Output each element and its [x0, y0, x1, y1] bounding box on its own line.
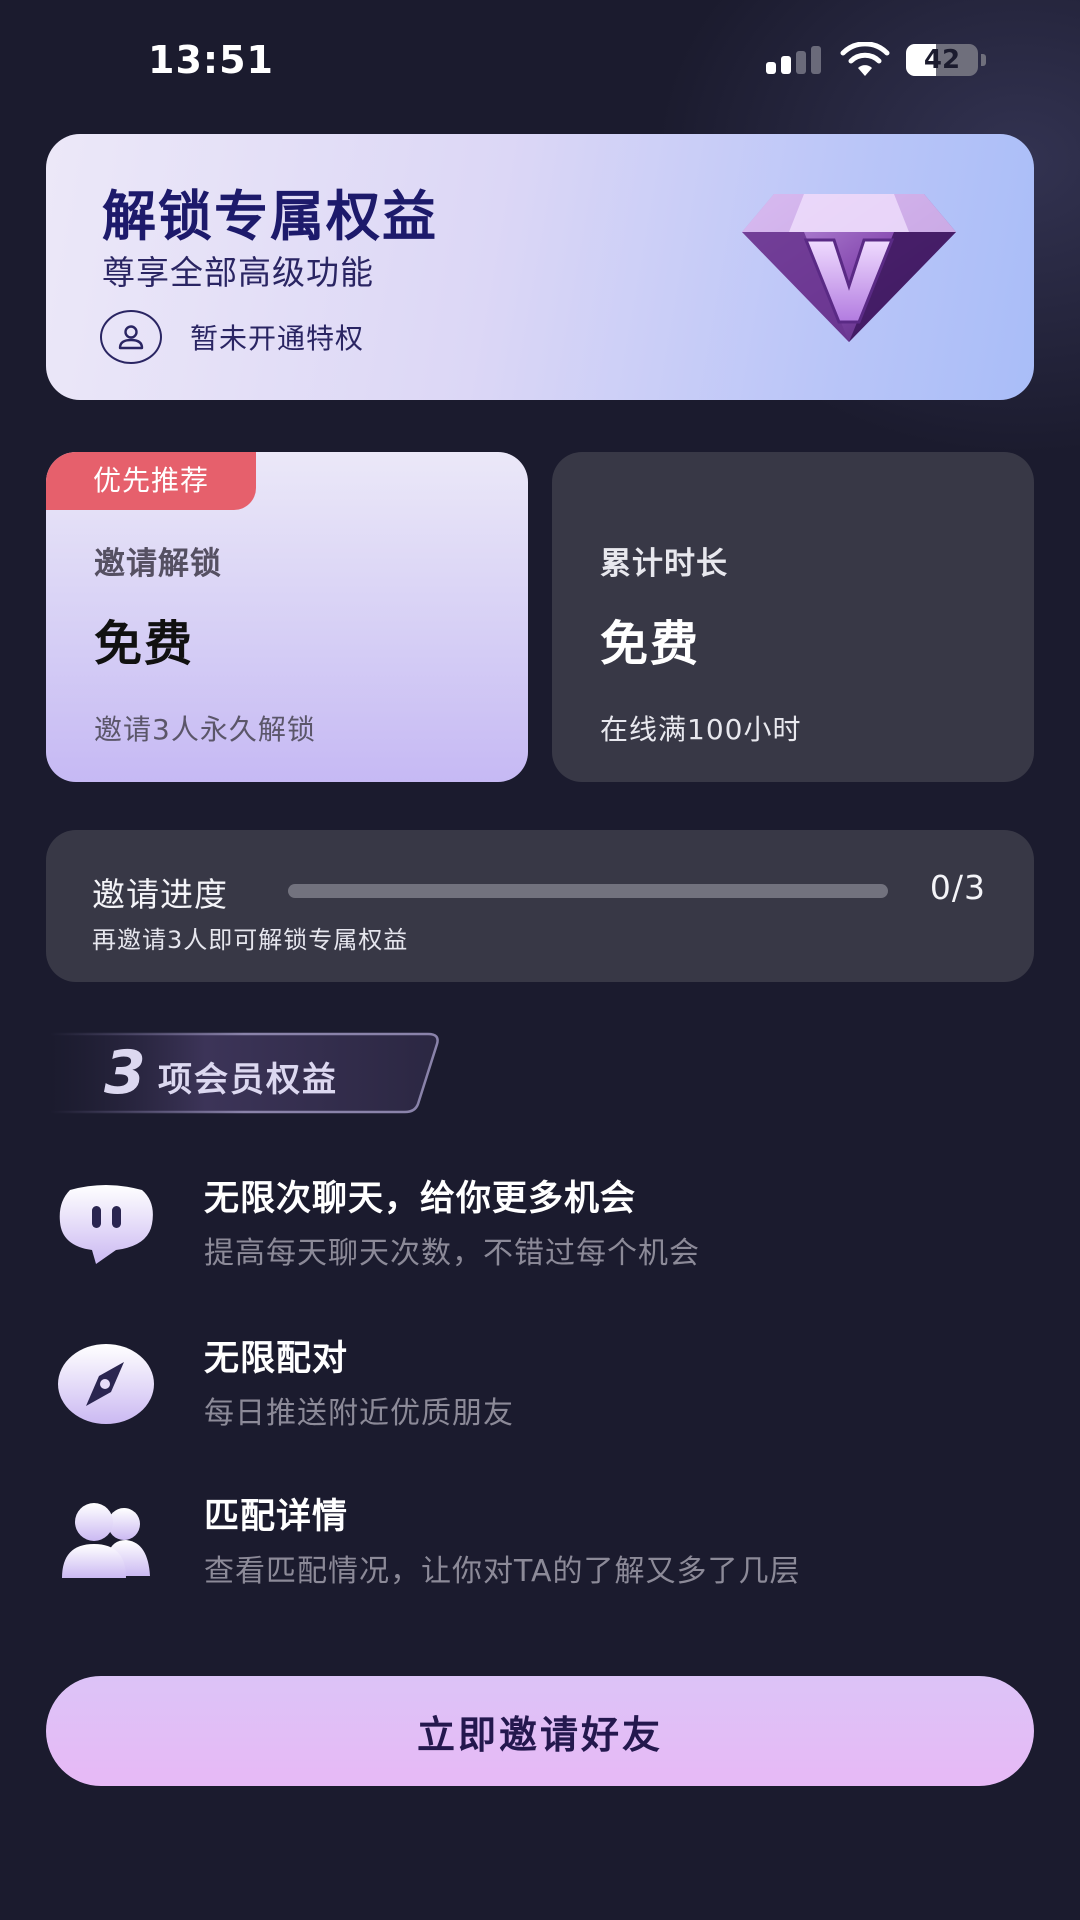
invite-unlock-option-card[interactable]: 优先推荐 邀请解锁 免费 邀请3人永久解锁 [46, 452, 528, 782]
cellular-signal-icon [766, 46, 822, 74]
invite-option-note: 邀请3人永久解锁 [94, 713, 316, 746]
status-bar: 13:51 42 [0, 0, 1080, 120]
user-avatar-icon [100, 310, 162, 364]
progress-count: 0/3 [929, 868, 986, 907]
vip-diamond-icon [742, 194, 956, 342]
benefit-title: 无限配对 [204, 1339, 349, 1379]
invite-progress-card: 邀请进度 再邀请3人即可解锁专属权益 0/3 [46, 830, 1034, 982]
benefit-description: 每日推送附近优质朋友 [204, 1396, 514, 1431]
benefit-item-unlimited-match: 无限配对 每日推送附近优质朋友 [56, 1330, 1036, 1440]
wifi-icon [840, 42, 890, 76]
compass-icon [58, 1344, 154, 1424]
benefit-item-match-details: 匹配详情 查看匹配情况，让你对TA的了解又多了几层 [56, 1488, 1036, 1598]
progress-bar [288, 884, 888, 898]
chat-bubble-icon [59, 1185, 153, 1264]
benefit-item-unlimited-chat: 无限次聊天，给你更多机会 提高每天聊天次数，不错过每个机会 [56, 1170, 1036, 1280]
progress-title: 邀请进度 [92, 875, 228, 914]
benefits-label: 项会员权益 [158, 1060, 338, 1100]
invite-friends-button[interactable]: 立即邀请好友 [46, 1676, 1034, 1786]
benefits-count: 3 [104, 1038, 146, 1108]
time-option-note: 在线满100小时 [600, 713, 802, 746]
hero-title: 解锁专属权益 [102, 185, 438, 248]
screen: 13:51 42 解锁专属权益 尊享全部高级功能 暂未开通特权 优先推荐 邀请解… [0, 0, 1080, 1920]
time-option-label: 累计时长 [600, 546, 728, 582]
time-option-price: 免费 [600, 616, 701, 672]
benefits-section-header: 3 项会员权益 [50, 1030, 442, 1116]
benefit-title: 匹配详情 [204, 1497, 349, 1537]
membership-status: 暂未开通特权 [100, 310, 364, 364]
hero-subtitle: 尊享全部高级功能 [102, 253, 374, 292]
online-time-option-card[interactable]: 累计时长 免费 在线满100小时 [552, 452, 1034, 782]
battery-icon: 42 [906, 44, 986, 76]
membership-status-text: 暂未开通特权 [190, 322, 365, 355]
benefit-title: 无限次聊天，给你更多机会 [204, 1179, 637, 1219]
benefit-description: 提高每天聊天次数，不错过每个机会 [204, 1236, 700, 1271]
benefit-description: 查看匹配情况，让你对TA的了解又多了几层 [204, 1554, 801, 1589]
invite-option-label: 邀请解锁 [94, 546, 222, 582]
membership-hero-banner: 解锁专属权益 尊享全部高级功能 暂未开通特权 [46, 134, 1034, 400]
invite-option-price: 免费 [94, 616, 195, 672]
status-time: 13:51 [148, 38, 274, 82]
progress-subtitle: 再邀请3人即可解锁专属权益 [92, 926, 409, 954]
users-icon [62, 1503, 150, 1578]
recommended-badge: 优先推荐 [46, 452, 256, 510]
battery-level: 42 [923, 45, 961, 75]
